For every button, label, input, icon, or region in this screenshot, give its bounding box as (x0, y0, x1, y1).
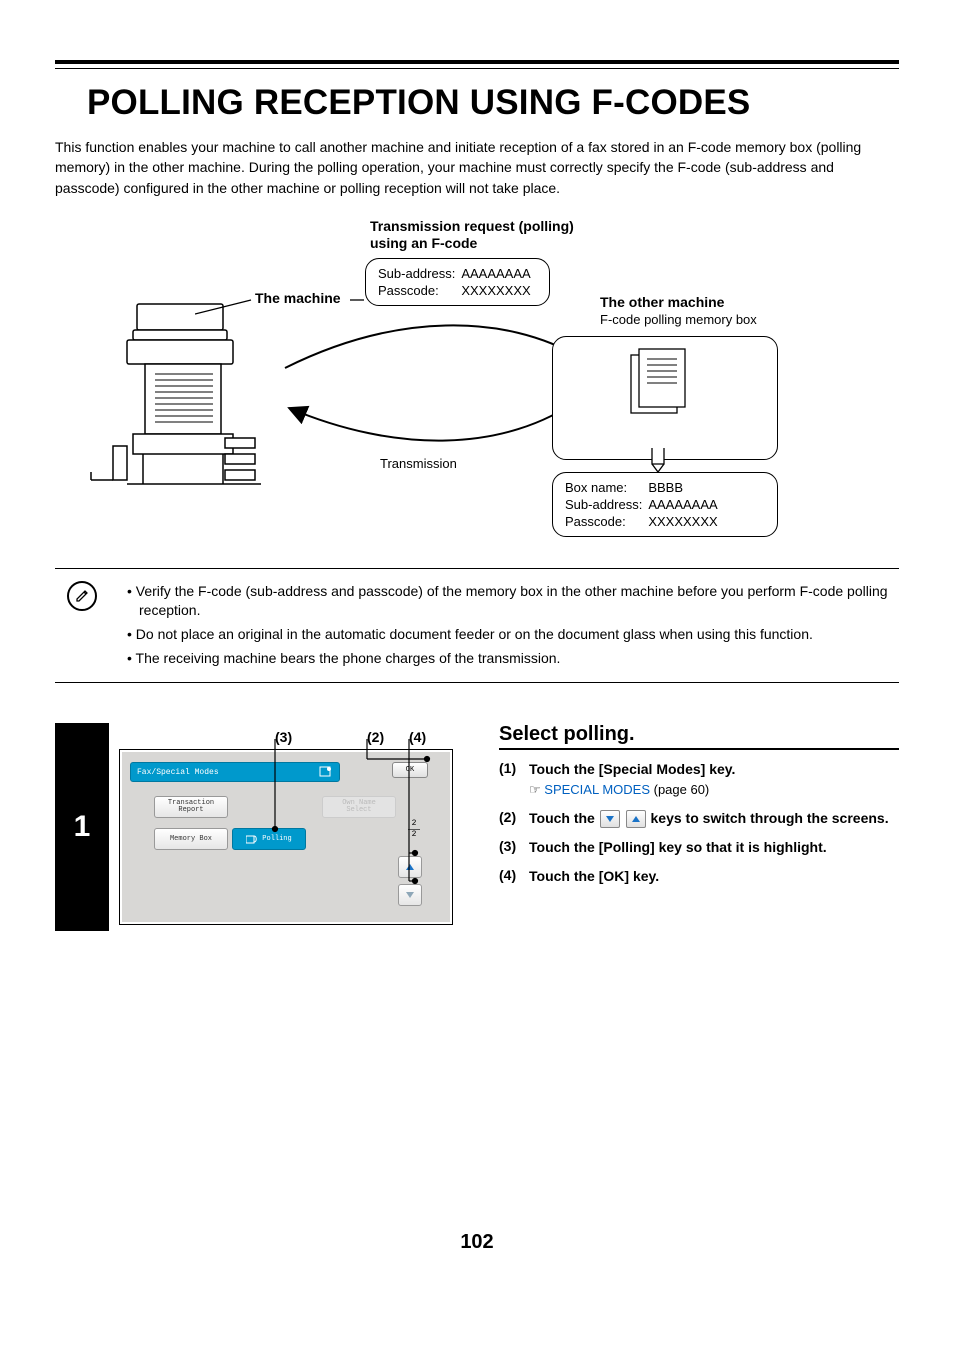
mem-passcode-label: Passcode: (565, 513, 648, 530)
req-passcode-value: XXXXXXXX (461, 282, 536, 299)
substep-4-num: (4) (499, 867, 529, 886)
rule-bold (55, 60, 899, 64)
pencil-icon (67, 581, 97, 611)
special-modes-pageref: (page 60) (650, 782, 709, 797)
machine-link-line (195, 266, 371, 316)
mem-boxname-label: Box name: (565, 479, 648, 496)
transmission-arrow (275, 388, 595, 458)
transaction-report-button[interactable]: Transaction Report (154, 796, 228, 818)
note-item-1: Verify the F-code (sub-address and passc… (127, 582, 899, 620)
own-name-select-button: Own Name Select (322, 796, 396, 818)
mfp-illustration (85, 298, 265, 488)
request-fcode-box: Sub-address: AAAAAAAA Passcode: XXXXXXXX (365, 258, 550, 306)
substep-3-num: (3) (499, 838, 529, 857)
substep-1-num: (1) (499, 760, 529, 798)
down-key-icon (600, 810, 620, 828)
memory-box-details: Box name: BBBB Sub-address: AAAAAAAA Pas… (552, 472, 778, 537)
substep-3-text: Touch the [Polling] key so that it is hi… (529, 838, 899, 857)
scroll-up-button[interactable] (398, 856, 422, 878)
req-subaddr-value: AAAAAAAA (461, 265, 536, 282)
callout-4-label: (4) (409, 729, 426, 745)
page-indicator: 2 2 (408, 820, 420, 839)
req-subaddr-label: Sub-address: (378, 265, 461, 282)
screen-title: Fax/Special Modes (137, 768, 219, 777)
request-arrow (275, 313, 595, 383)
rule-thin (55, 68, 899, 69)
callout-2-label: (2) (367, 729, 384, 745)
arrow-down-icon (405, 890, 415, 900)
req-passcode-label: Passcode: (378, 282, 461, 299)
substep-2-text-after: keys to switch through the screens. (651, 810, 889, 826)
mem-passcode-value: XXXXXXXX (648, 513, 723, 530)
pointer-icon: ☞ (529, 782, 544, 797)
polling-icon (246, 834, 258, 844)
note-item-2: Do not place an original in the automati… (127, 625, 899, 644)
mem-subaddr-value: AAAAAAAA (648, 496, 723, 513)
transmission-label: Transmission (380, 456, 457, 471)
polling-label: Polling (262, 836, 291, 844)
ok-button[interactable]: OK (392, 762, 428, 778)
page-total: 2 (408, 831, 420, 839)
up-key-icon (626, 810, 646, 828)
step-heading-rule (499, 748, 899, 750)
step-heading: Select polling. (499, 723, 899, 746)
memory-box-container (552, 336, 778, 460)
scroll-down-button[interactable] (398, 884, 422, 906)
intro-paragraph: This function enables your machine to ca… (55, 137, 899, 198)
memory-box-button[interactable]: Memory Box (154, 828, 228, 850)
memory-box-stem (650, 448, 666, 474)
notes-block: Verify the F-code (sub-address and passc… (55, 568, 899, 684)
other-machine-label: The other machine (600, 294, 724, 310)
callout-3-label: (3) (275, 729, 292, 745)
note-item-3: The receiving machine bears the phone ch… (127, 649, 899, 668)
page-title: POLLING RECEPTION USING F-CODES (87, 83, 899, 123)
substep-2-num: (2) (499, 809, 529, 828)
substep-4-text: Touch the [OK] key. (529, 867, 899, 886)
special-modes-link[interactable]: SPECIAL MODES (544, 782, 650, 797)
mem-boxname-value: BBBB (648, 479, 723, 496)
arrow-up-icon (405, 862, 415, 872)
fcode-diagram: Transmission request (polling) using an … (55, 218, 899, 568)
mem-subaddr-label: Sub-address: (565, 496, 648, 513)
step-number: 1 (55, 723, 109, 931)
page-current: 2 (408, 820, 420, 828)
polling-button[interactable]: Polling (232, 828, 306, 850)
step-1: 1 (3) (2) (4) Fax/Special Modes OK Trans… (55, 723, 899, 931)
other-machine-sublabel: F-code polling memory box (600, 312, 757, 327)
substep-1-text: Touch the [Special Modes] key. (529, 761, 735, 777)
substep-2-text-before: Touch the (529, 810, 599, 826)
request-heading-line2: using an F-code (370, 235, 477, 251)
special-modes-icon (319, 766, 333, 778)
request-heading-line1: Transmission request (polling) (370, 218, 574, 234)
page-number: 102 (55, 1231, 899, 1254)
lcd-screenshot: Fax/Special Modes OK Transaction Report … (119, 749, 453, 925)
document-icon (623, 347, 707, 417)
